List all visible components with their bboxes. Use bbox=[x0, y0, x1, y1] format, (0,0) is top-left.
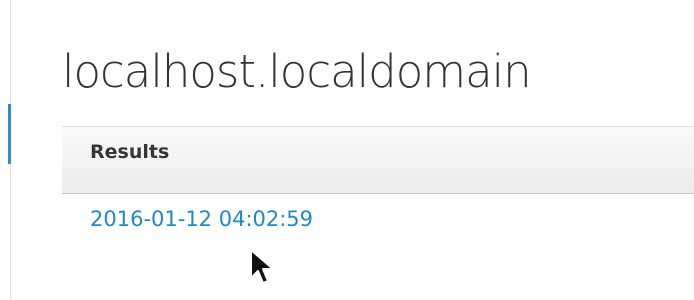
results-header-label: Results bbox=[90, 141, 170, 163]
active-nav-indicator bbox=[8, 104, 11, 164]
page: localhost.localdomain Results 2016-01-12… bbox=[0, 0, 694, 300]
mouse-pointer-icon bbox=[250, 249, 274, 284]
result-item-link[interactable]: 2016-01-12 04:02:59 bbox=[90, 207, 313, 231]
results-panel-header: Results bbox=[62, 126, 694, 194]
page-title: localhost.localdomain bbox=[62, 45, 532, 98]
